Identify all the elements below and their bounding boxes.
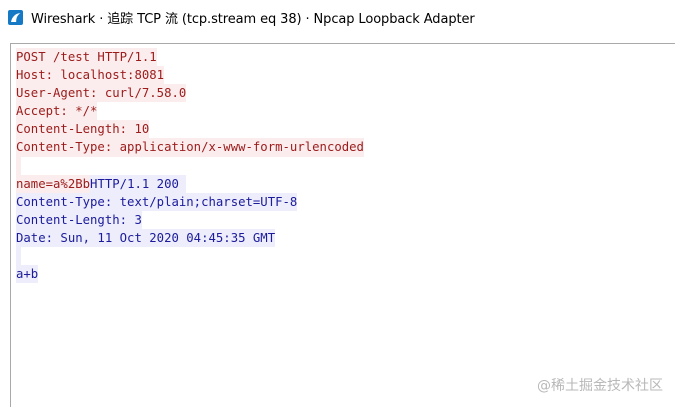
request-line: Content-Length: 10 [16,120,675,139]
request-line: User-Agent: curl/7.58.0 [16,84,675,103]
request-line: Content-Type: application/x-www-form-url… [16,138,675,157]
request-line: Host: localhost:8081 [16,66,675,85]
window-title: Wireshark · 追踪 TCP 流 (tcp.stream eq 38) … [31,12,475,27]
response-blank-marker [16,247,21,266]
request-blank-marker [16,156,21,175]
response-body-line: a+b [16,265,675,284]
stream-text[interactable]: POST /test HTTP/1.1 Host: localhost:8081… [16,48,675,284]
request-line-text: User-Agent: curl/7.58.0 [16,84,187,103]
request-line: Accept: */* [16,102,675,121]
request-blank-line [16,156,675,175]
watermark-text: @稀土掘金技术社区 [537,378,663,394]
response-header-text: Content-Type: text/plain;charset=UTF-8 [16,192,298,211]
response-line: Content-Type: text/plain;charset=UTF-8 [16,192,675,211]
window-titlebar[interactable]: Wireshark · 追踪 TCP 流 (tcp.stream eq 38) … [0,0,675,33]
request-line-text: Host: localhost:8081 [16,66,165,85]
mixed-line: name=a%2BbHTTP/1.1 200 [16,174,675,193]
request-line-text: Accept: */* [16,102,98,121]
response-blank-line [16,247,675,266]
response-status-text: HTTP/1.1 200 [90,174,187,193]
response-line: Content-Length: 3 [16,210,675,229]
request-line-text: POST /test HTTP/1.1 [16,48,157,67]
request-body-text: name=a%2Bb [16,174,91,193]
wireshark-fin-icon [8,10,23,25]
request-line-text: Content-Length: 10 [16,120,150,139]
response-body-text: a+b [16,265,39,284]
stream-content-panel[interactable]: POST /test HTTP/1.1 Host: localhost:8081… [10,43,675,407]
response-header-text: Date: Sun, 11 Oct 2020 04:45:35 GMT [16,228,276,248]
response-line: Date: Sun, 11 Oct 2020 04:45:35 GMT [16,228,675,248]
response-header-text: Content-Length: 3 [16,210,142,229]
request-line: POST /test HTTP/1.1 [16,48,675,67]
request-line-text: Content-Type: application/x-www-form-url… [16,138,364,157]
